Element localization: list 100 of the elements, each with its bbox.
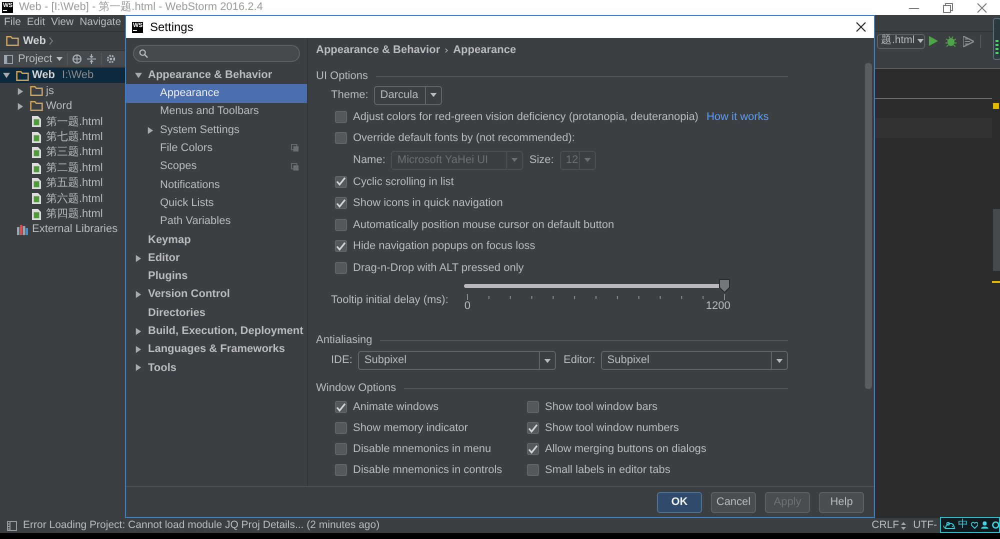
dialog-button[interactable]: Cancel xyxy=(711,492,756,512)
play-icon[interactable] xyxy=(929,36,938,46)
checkbox[interactable] xyxy=(335,401,347,413)
menu-item[interactable]: View xyxy=(51,15,74,31)
menu-item[interactable]: File xyxy=(4,15,21,31)
settings-nav-item[interactable]: Keymap xyxy=(126,230,307,249)
checkbox-label[interactable]: Automatically position mouse cursor on default button xyxy=(353,216,614,233)
checkbox[interactable] xyxy=(527,464,539,476)
tree-item[interactable]: Word xyxy=(0,98,125,114)
checkbox-label[interactable]: Override default fonts by (not recommended): xyxy=(353,130,575,146)
settings-nav-item[interactable]: Appearance xyxy=(126,84,307,103)
checkbox[interactable] xyxy=(335,422,347,434)
checkbox[interactable] xyxy=(527,443,539,455)
search-field[interactable] xyxy=(133,45,300,62)
tree-item[interactable]: 第七题.html xyxy=(0,130,125,145)
menu-item[interactable]: Edit xyxy=(26,15,46,31)
scrollbar[interactable] xyxy=(992,209,1000,271)
menu-item[interactable]: Navigate xyxy=(80,15,122,31)
tree-item[interactable]: 第四题.html xyxy=(0,206,125,222)
tree-arrow-icon[interactable] xyxy=(135,364,142,372)
crosshair-icon[interactable] xyxy=(72,54,82,64)
checkbox[interactable] xyxy=(335,464,347,476)
tree-item[interactable]: js xyxy=(0,83,125,99)
checkbox[interactable] xyxy=(335,132,347,144)
settings-nav-item[interactable]: System Settings xyxy=(126,120,307,140)
settings-nav-item[interactable]: Plugins xyxy=(126,267,307,286)
settings-nav-item[interactable]: Notifications xyxy=(126,176,307,194)
settings-nav-item[interactable]: File Colors xyxy=(126,139,307,158)
settings-nav-item[interactable]: Tools xyxy=(126,358,307,378)
settings-nav-item[interactable]: Scopes xyxy=(126,157,307,176)
run-configuration-dropdown[interactable]: 题.html xyxy=(877,34,925,48)
heart-icon[interactable] xyxy=(970,522,978,528)
dropdown[interactable]: Subpixel xyxy=(601,351,788,370)
settings-nav-item[interactable]: Editor xyxy=(126,248,307,268)
checkbox[interactable] xyxy=(527,422,539,434)
checkbox[interactable] xyxy=(335,443,347,455)
tree-arrow-icon[interactable] xyxy=(135,328,142,335)
tree-item[interactable]: 第三题.html xyxy=(0,144,125,160)
settings-nav-item[interactable]: Path Variables xyxy=(126,212,307,231)
checkbox[interactable] xyxy=(335,110,347,123)
checkbox[interactable] xyxy=(335,218,347,231)
settings-nav-item[interactable]: Quick Lists xyxy=(126,194,307,212)
checkbox-label[interactable]: Cyclic scrolling in list xyxy=(353,174,454,190)
tree-arrow-icon[interactable] xyxy=(135,254,142,262)
checkbox[interactable] xyxy=(335,262,347,274)
dialog-button[interactable]: OK xyxy=(657,492,702,512)
status-message[interactable]: Error Loading Project: Cannot load module JQ Proj Details... (2 minutes ago) xyxy=(23,518,380,534)
settings-nav-item[interactable]: Version Control xyxy=(126,286,307,304)
breadcrumb-item[interactable]: Web xyxy=(23,32,46,50)
slider-thumb[interactable] xyxy=(719,278,730,292)
tree-item[interactable]: 第一题.html xyxy=(0,114,125,130)
tree-arrow-icon[interactable] xyxy=(135,291,142,298)
person-icon[interactable] xyxy=(981,521,989,529)
checkbox-label[interactable]: Hide navigation popups on focus loss xyxy=(353,238,536,254)
tree-item[interactable]: External Libraries xyxy=(0,222,125,238)
tree-arrow-icon[interactable] xyxy=(147,126,154,134)
settings-nav-item[interactable]: Menus and Toolbars xyxy=(126,102,307,121)
checkbox-label[interactable]: Disable mnemonics in menu xyxy=(353,440,492,458)
checkbox-label[interactable]: Show icons in quick navigation xyxy=(353,195,503,212)
tree-arrow-icon[interactable] xyxy=(17,102,24,110)
layout-icon[interactable] xyxy=(7,520,17,530)
dropdown[interactable]: Subpixel xyxy=(358,351,556,370)
tree-item[interactable]: 第二题.html xyxy=(0,160,125,176)
tree-arrow-icon[interactable] xyxy=(135,346,142,354)
settings-nav-item[interactable]: Appearance & Behavior xyxy=(126,66,307,84)
encoding-widget[interactable]: UTF- xyxy=(913,518,937,534)
checkbox-label[interactable]: Allow merging buttons on dialogs xyxy=(545,440,706,458)
settings-nav-item[interactable]: Directories xyxy=(126,304,307,322)
checkbox-label[interactable]: Drag-n-Drop with ALT pressed only xyxy=(353,260,524,276)
ring-icon[interactable] xyxy=(992,521,999,529)
scrollbar[interactable] xyxy=(865,63,872,389)
tree-arrow-icon[interactable] xyxy=(17,88,24,95)
tree-item[interactable]: 第六题.html xyxy=(0,191,125,207)
line-separator-widget[interactable]: CRLF xyxy=(872,518,906,534)
tree-arrow-icon[interactable] xyxy=(135,72,142,79)
checkbox[interactable] xyxy=(335,176,347,188)
tree-item[interactable]: Web I:\Web xyxy=(0,68,125,84)
checkbox[interactable] xyxy=(335,197,347,210)
collapse-icon[interactable] xyxy=(87,54,96,64)
close-icon[interactable] xyxy=(856,22,866,32)
checkbox-label[interactable]: Small labels in editor tabs xyxy=(545,462,670,478)
ime-mode-label[interactable]: 中 xyxy=(958,519,968,531)
checkbox-label[interactable]: Adjust colors for red-green vision deficiency (protanopia, deuteranopia) xyxy=(353,108,698,125)
settings-nav-item[interactable]: Languages & Frameworks xyxy=(126,340,307,359)
checkbox-label[interactable]: Disable mnemonics in controls xyxy=(353,462,502,478)
checkbox-label[interactable]: Animate windows xyxy=(353,398,439,416)
striped-triangle-icon[interactable] xyxy=(963,36,974,46)
slider-track[interactable] xyxy=(462,278,730,292)
checkbox[interactable] xyxy=(335,240,347,252)
how-it-works-link[interactable]: How it works xyxy=(706,108,769,125)
bug-icon[interactable] xyxy=(945,35,957,47)
tree-item[interactable]: 第五题.html xyxy=(0,176,125,192)
dropdown[interactable]: Darcula xyxy=(374,86,442,104)
restore-icon[interactable] xyxy=(943,2,953,12)
dialog-button[interactable]: Help xyxy=(819,492,864,512)
checkbox[interactable] xyxy=(527,401,539,413)
settings-icon[interactable] xyxy=(106,54,116,64)
settings-nav-item[interactable]: Build, Execution, Deployment xyxy=(126,322,307,340)
checkbox-label[interactable]: Show tool window numbers xyxy=(545,420,679,436)
tree-arrow-icon[interactable] xyxy=(3,72,10,80)
